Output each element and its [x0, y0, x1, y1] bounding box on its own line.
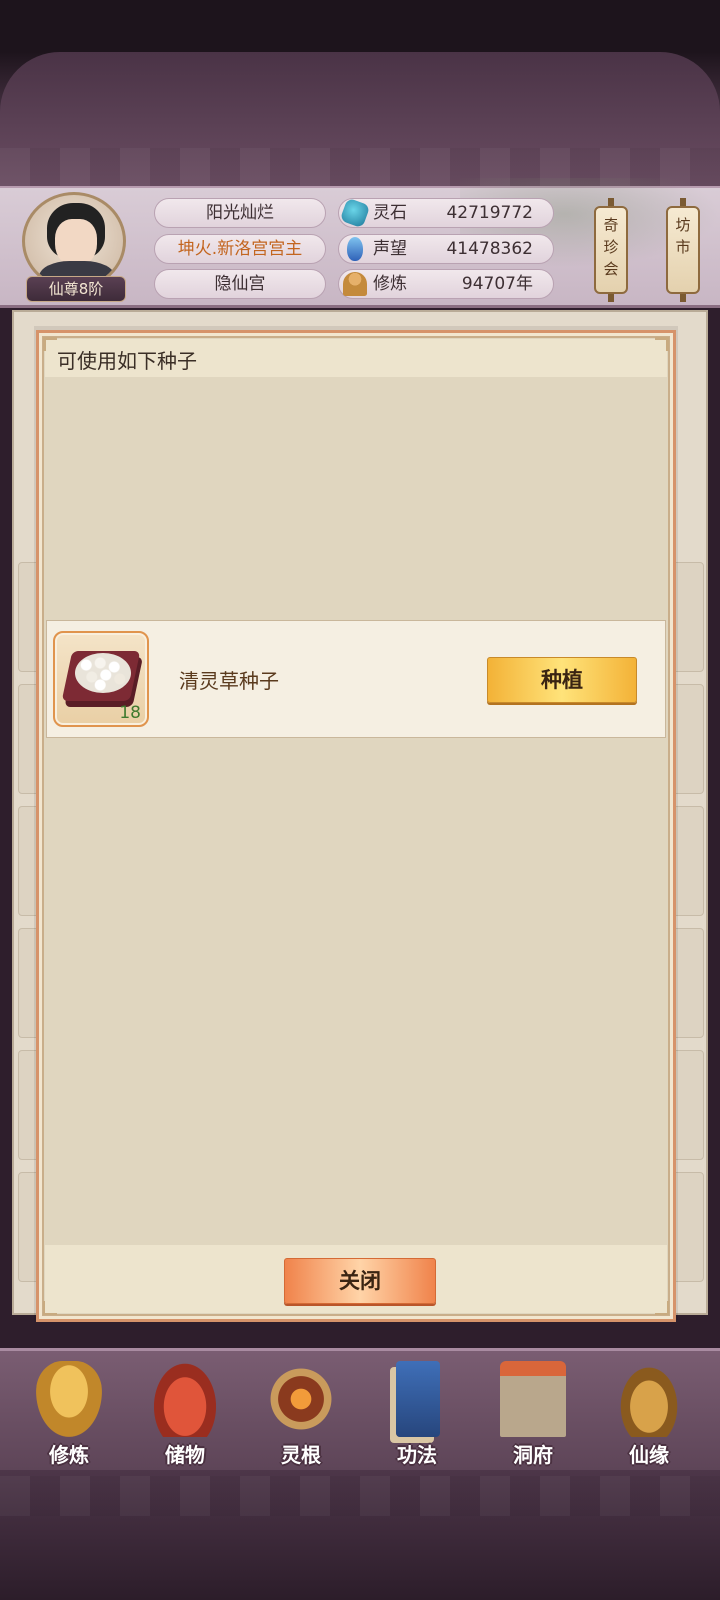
nav-item-spirit-root[interactable]: 灵根 — [246, 1357, 356, 1469]
player-title: 坤火.新洛宫宫主 — [154, 234, 326, 264]
avatar[interactable]: 仙尊8阶 — [18, 192, 128, 302]
nav-item-storage[interactable]: 储物 — [130, 1357, 240, 1469]
player-sect: 隐仙宫 — [154, 269, 326, 299]
nav-item-immortal-fate[interactable]: 仙缘 — [594, 1357, 704, 1469]
spirit-root-icon — [268, 1361, 334, 1437]
qizhenhui-button[interactable]: 奇珍会 — [594, 198, 628, 302]
bottom-pattern — [0, 1476, 720, 1516]
nav-label: 储物 — [165, 1443, 205, 1467]
nav-label: 修炼 — [49, 1443, 89, 1467]
stat-spirit-stone: 灵石 42719772 — [338, 197, 554, 229]
dialog-header: 可使用如下种子 — [45, 339, 667, 377]
spirit-stone-icon — [339, 197, 371, 229]
technique-book-icon — [396, 1361, 440, 1437]
fangshi-button[interactable]: 坊市 — [666, 198, 700, 302]
close-button[interactable]: 关闭 — [284, 1258, 436, 1304]
stat-label: 灵石 — [373, 203, 407, 223]
stat-cultivation: 修炼 94707年 — [338, 269, 554, 299]
bottom-nav: 修炼 储物 灵根 功法 洞府 仙缘 — [0, 1348, 720, 1470]
stat-reputation: 声望 41478362 — [338, 234, 554, 264]
list-item: 18 清灵草种子 种植 — [46, 620, 666, 738]
nav-label: 洞府 — [513, 1443, 553, 1467]
cultivation-icon — [343, 272, 367, 296]
immortal-fate-icon — [616, 1361, 682, 1437]
stat-value: 94707年 — [461, 274, 533, 294]
corner-ornament — [655, 337, 669, 351]
nav-item-cultivate[interactable]: 修炼 — [14, 1357, 124, 1469]
stat-value: 42719772 — [446, 203, 533, 223]
rank-badge: 仙尊8阶 — [26, 276, 126, 302]
item-name: 清灵草种子 — [179, 669, 279, 693]
seed-select-dialog: 可使用如下种子 — [36, 330, 676, 1322]
player-header: 仙尊8阶 阳光灿烂 坤火.新洛宫宫主 隐仙宫 灵石 42719772 声望 41… — [0, 178, 720, 308]
player-name: 阳光灿烂 — [154, 198, 326, 228]
reputation-icon — [347, 237, 363, 261]
stat-label: 声望 — [373, 239, 407, 259]
bottom-background — [0, 1470, 720, 1600]
top-background — [0, 0, 720, 190]
nav-item-cave-mansion[interactable]: 洞府 — [478, 1357, 588, 1469]
cultivate-icon — [36, 1361, 102, 1437]
stat-value: 41478362 — [446, 239, 533, 259]
nav-label: 功法 — [397, 1443, 437, 1467]
item-count: 18 — [119, 703, 141, 723]
nav-label: 灵根 — [281, 1443, 321, 1467]
cave-mansion-icon — [500, 1361, 566, 1437]
plant-button[interactable]: 种植 — [487, 657, 637, 703]
nav-label: 仙缘 — [629, 1443, 669, 1467]
stat-label: 修炼 — [373, 274, 407, 294]
seed-grains-icon — [75, 653, 131, 693]
storage-bag-icon — [152, 1361, 218, 1437]
nav-item-technique[interactable]: 功法 — [362, 1357, 472, 1469]
corner-ornament — [43, 337, 57, 351]
seed-item-slot[interactable]: 18 — [53, 631, 149, 727]
dialog-title: 可使用如下种子 — [57, 349, 197, 373]
